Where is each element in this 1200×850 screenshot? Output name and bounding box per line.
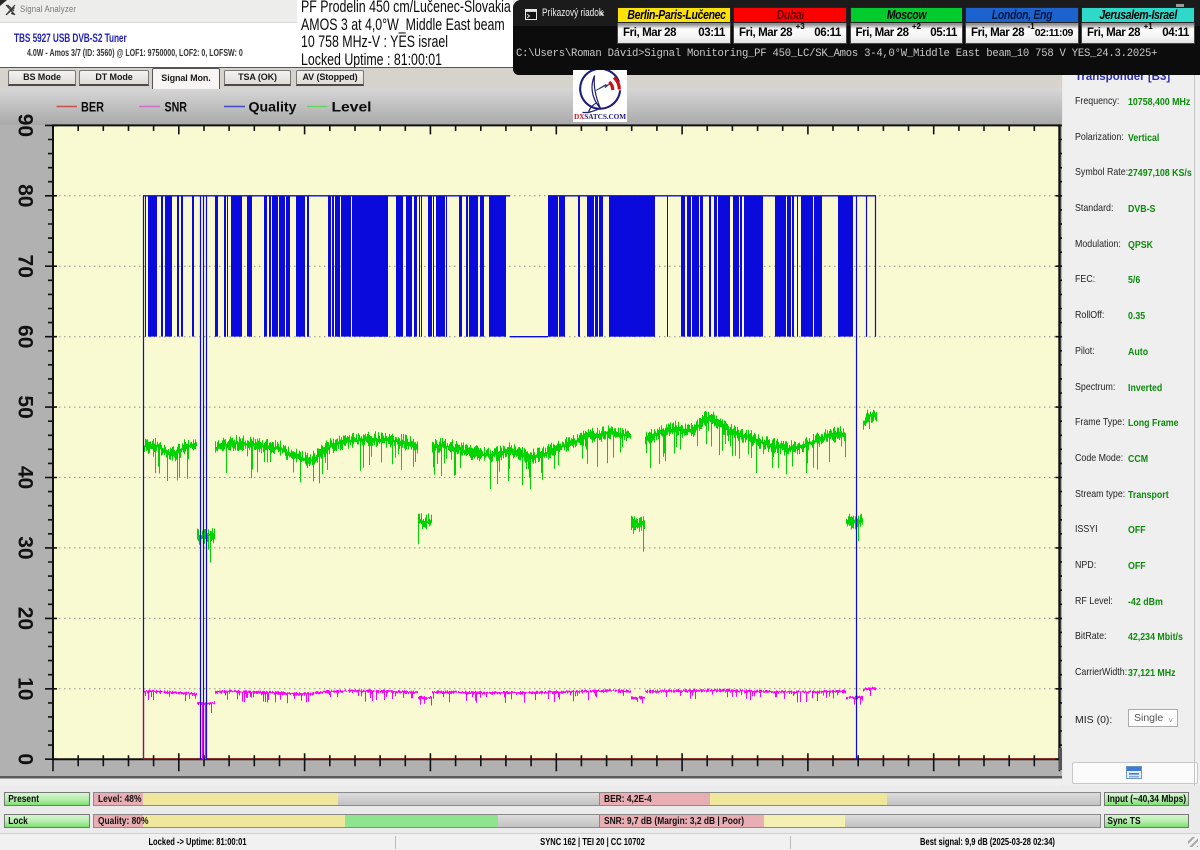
svg-text:80: 80 xyxy=(14,184,37,207)
svg-text:10: 10 xyxy=(14,677,37,700)
svg-text:0: 0 xyxy=(14,753,37,765)
svg-text:BER: BER xyxy=(81,98,104,114)
svg-text:90: 90 xyxy=(14,114,37,137)
svg-text:Quality: Quality xyxy=(249,98,297,114)
svg-text:SNR: SNR xyxy=(165,98,188,114)
svg-text:20: 20 xyxy=(14,607,37,630)
svg-text:50: 50 xyxy=(14,395,37,418)
svg-text:30: 30 xyxy=(14,536,37,559)
svg-text:40: 40 xyxy=(14,466,37,489)
svg-text:60: 60 xyxy=(13,325,36,348)
svg-text:70: 70 xyxy=(14,255,37,278)
svg-text:Level: Level xyxy=(332,98,372,114)
svg-text:DXSATCS.COM: DXSATCS.COM xyxy=(574,112,626,121)
